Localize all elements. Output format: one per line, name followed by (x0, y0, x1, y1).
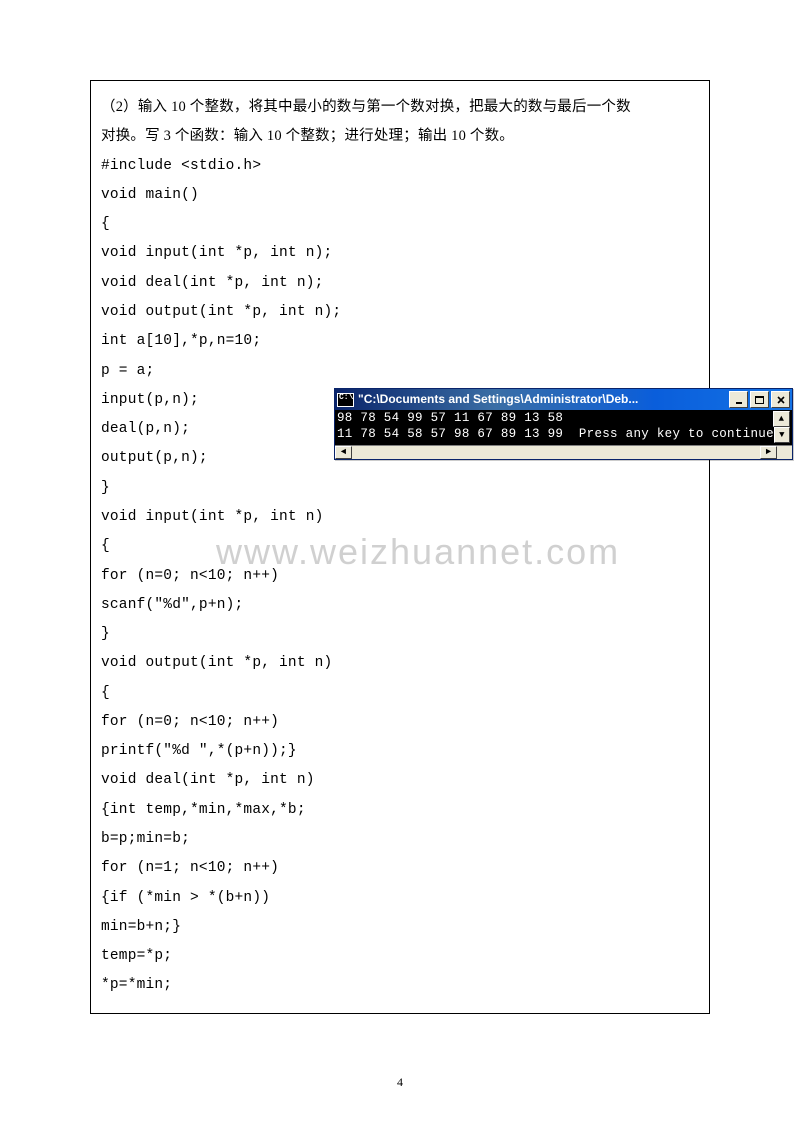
code-line: { (101, 210, 699, 239)
content-box: www.weizhuannet.com （2）输入 10 个整数，将其中最小的数… (90, 80, 710, 1014)
page-number: 4 (0, 1075, 800, 1090)
scroll-corner (777, 446, 792, 459)
code-line: {int temp,*min,*max,*b; (101, 796, 699, 825)
code-line: void deal(int *p, int n); (101, 269, 699, 298)
code-line: void deal(int *p, int n) (101, 766, 699, 795)
code-line: b=p;min=b; (101, 825, 699, 854)
code-line: scanf("%d",p+n); (101, 591, 699, 620)
code-line: temp=*p; (101, 942, 699, 971)
problem-text-2: 对换。写 3 个函数：输入 10 个整数；进行处理；输出 10 个数。 (101, 122, 699, 151)
console-titlebar[interactable]: C:\ "C:\Documents and Settings\Administr… (335, 389, 792, 410)
chevron-right-icon: ► (766, 443, 771, 461)
code-line: for (n=0; n<10; n++) (101, 708, 699, 737)
code-line: for (n=0; n<10; n++) (101, 562, 699, 591)
console-window: C:\ "C:\Documents and Settings\Administr… (334, 388, 793, 460)
scroll-up-button[interactable]: ▲ (773, 411, 790, 427)
page-container: www.weizhuannet.com （2）输入 10 个整数，将其中最小的数… (0, 0, 800, 1014)
code-line: { (101, 679, 699, 708)
code-line: min=b+n;} (101, 913, 699, 942)
horizontal-scrollbar[interactable]: ◄ ► (335, 445, 792, 459)
code-line: void input(int *p, int n) (101, 503, 699, 532)
code-line: int a[10],*p,n=10; (101, 327, 699, 356)
scroll-down-button[interactable]: ▼ (774, 427, 790, 443)
close-button[interactable] (771, 391, 790, 408)
code-line: *p=*min; (101, 971, 699, 1000)
code-line: printf("%d ",*(p+n));} (101, 737, 699, 766)
cmd-icon: C:\ (337, 393, 354, 407)
scroll-right-button[interactable]: ► (760, 446, 777, 459)
code-line: #include <stdio.h> (101, 152, 699, 181)
code-line: } (101, 620, 699, 649)
scroll-left-button[interactable]: ◄ (335, 446, 352, 459)
console-body: 98 78 54 99 57 11 67 89 13 58 ▲ 11 78 54… (335, 410, 792, 445)
code-line: void input(int *p, int n); (101, 239, 699, 268)
console-title: "C:\Documents and Settings\Administrator… (358, 387, 727, 411)
console-output-line: 11 78 54 58 57 98 67 89 13 99 Press any … (337, 427, 774, 443)
chevron-down-icon: ▼ (779, 428, 785, 443)
chevron-up-icon: ▲ (779, 412, 785, 427)
maximize-button[interactable] (750, 391, 769, 408)
code-line: p = a; (101, 357, 699, 386)
code-line: } (101, 474, 699, 503)
minimize-button[interactable] (729, 391, 748, 408)
code-line: {if (*min > *(b+n)) (101, 884, 699, 913)
code-line: void output(int *p, int n) (101, 649, 699, 678)
code-line: for (n=1; n<10; n++) (101, 854, 699, 883)
chevron-left-icon: ◄ (341, 443, 346, 461)
minimize-icon (735, 396, 743, 404)
scroll-track[interactable] (352, 446, 760, 459)
code-line: void output(int *p, int n); (101, 298, 699, 327)
problem-text-1: （2）输入 10 个整数，将其中最小的数与第一个数对换，把最大的数与最后一个数 (101, 93, 699, 122)
maximize-icon (755, 396, 764, 404)
console-output-line: 98 78 54 99 57 11 67 89 13 58 (337, 411, 773, 427)
window-buttons (727, 391, 790, 408)
close-icon (777, 396, 785, 404)
code-line: { (101, 532, 699, 561)
code-line: void main() (101, 181, 699, 210)
